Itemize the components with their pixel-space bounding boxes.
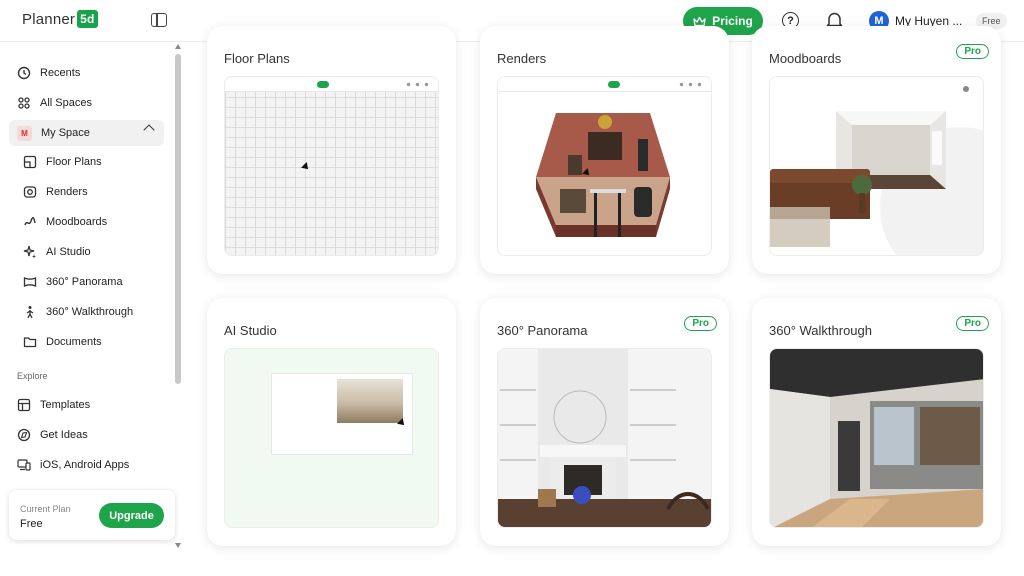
sidebar-item-all-spaces[interactable]: All Spaces bbox=[17, 91, 92, 115]
sidebar-item-label: Moodboards bbox=[46, 216, 108, 228]
cursor-icon bbox=[301, 162, 311, 172]
camera-icon bbox=[23, 186, 37, 198]
my-space-badge: M bbox=[17, 125, 32, 141]
sidebar-item-label: Get Ideas bbox=[40, 429, 88, 441]
pro-badge: Pro bbox=[956, 44, 989, 59]
sidebar-item-ai-studio[interactable]: AI Studio bbox=[23, 240, 91, 264]
sidebar-item-label: Recents bbox=[40, 67, 81, 79]
current-plan-label: Current Plan bbox=[20, 504, 71, 514]
card-ai-studio[interactable]: AI Studio bbox=[207, 298, 456, 546]
brush-icon bbox=[24, 216, 36, 226]
grid-icon bbox=[18, 97, 30, 109]
sidebar-item-label: My Space bbox=[41, 127, 90, 139]
sidebar-item-floor-plans[interactable]: Floor Plans bbox=[23, 150, 102, 174]
sidebar-item-renders[interactable]: Renders bbox=[23, 180, 88, 204]
globe-icon bbox=[17, 428, 31, 442]
card-360-panorama[interactable]: 360° Panorama Pro bbox=[480, 298, 729, 546]
template-icon bbox=[17, 398, 31, 412]
panorama-icon bbox=[23, 277, 37, 287]
floorplan-icon bbox=[23, 155, 37, 169]
sidebar-item-label: AI Studio bbox=[46, 246, 91, 258]
sidebar-item-label: Templates bbox=[40, 399, 91, 411]
card-floor-plans[interactable]: Floor Plans bbox=[207, 26, 456, 274]
logo[interactable]: Planner 5d bbox=[22, 10, 98, 28]
card-title: Moodboards bbox=[769, 51, 842, 66]
moodboards-thumbnail bbox=[769, 76, 984, 256]
card-title: 360° Panorama bbox=[497, 323, 588, 338]
sidebar-scrollbar[interactable] bbox=[175, 54, 181, 384]
card-moodboards[interactable]: Moodboards Pro bbox=[752, 26, 1001, 274]
renders-thumbnail bbox=[497, 76, 712, 256]
scroll-up-arrow[interactable] bbox=[175, 44, 181, 49]
walk-icon bbox=[26, 306, 34, 319]
sidebar-item-get-ideas[interactable]: Get Ideas bbox=[17, 423, 88, 447]
scroll-down-arrow[interactable] bbox=[175, 543, 181, 548]
panorama-image bbox=[498, 349, 711, 527]
logo-badge: 5d bbox=[77, 10, 98, 28]
crown-icon bbox=[693, 16, 706, 26]
help-glyph: ? bbox=[787, 14, 794, 27]
sidebar-item-label: iOS, Android Apps bbox=[40, 459, 130, 471]
card-title: AI Studio bbox=[224, 323, 277, 338]
panorama-thumbnail bbox=[497, 348, 712, 528]
sidebar-toggle-icon[interactable] bbox=[151, 13, 167, 27]
pro-badge: Pro bbox=[956, 316, 989, 331]
clock-icon bbox=[17, 66, 31, 80]
card-title: Floor Plans bbox=[224, 51, 290, 66]
card-title: 360° Walkthrough bbox=[769, 323, 872, 338]
sidebar-item-apps[interactable]: iOS, Android Apps bbox=[17, 453, 129, 477]
sidebar-item-label: Documents bbox=[46, 336, 102, 348]
sidebar-item-360-panorama[interactable]: 360° Panorama bbox=[23, 270, 123, 294]
sidebar: Recents All Spaces M My Space Floor Plan… bbox=[0, 42, 184, 576]
logo-text: Planner bbox=[22, 10, 76, 28]
room-render-image bbox=[536, 113, 670, 237]
pro-badge: Pro bbox=[684, 316, 717, 331]
ai-studio-thumbnail bbox=[224, 348, 439, 528]
sidebar-item-recents[interactable]: Recents bbox=[17, 61, 80, 85]
sidebar-item-documents[interactable]: Documents bbox=[23, 330, 102, 354]
sidebar-item-templates[interactable]: Templates bbox=[17, 393, 90, 417]
explore-label: Explore bbox=[17, 371, 48, 381]
ai-studio-photo bbox=[337, 379, 403, 423]
walkthrough-image bbox=[770, 349, 983, 527]
walkthrough-thumbnail bbox=[769, 348, 984, 528]
sidebar-item-moodboards[interactable]: Moodboards bbox=[23, 210, 107, 234]
folder-icon bbox=[23, 337, 37, 348]
current-plan-card: Current Plan Free Upgrade bbox=[9, 490, 175, 540]
upgrade-button[interactable]: Upgrade bbox=[99, 503, 164, 528]
sidebar-item-label: All Spaces bbox=[40, 97, 92, 109]
card-title: Renders bbox=[497, 51, 547, 66]
sidebar-item-label: 360° Walkthrough bbox=[46, 306, 134, 318]
card-360-walkthrough[interactable]: 360° Walkthrough Pro bbox=[752, 298, 1001, 546]
sidebar-item-label: Renders bbox=[46, 186, 88, 198]
mini-tool-icons bbox=[404, 82, 432, 87]
sidebar-item-my-space[interactable]: M My Space bbox=[17, 121, 90, 145]
mini-toolbar bbox=[225, 77, 438, 92]
floor-plans-thumbnail bbox=[224, 76, 439, 256]
current-plan-value: Free bbox=[20, 518, 43, 530]
devices-icon bbox=[17, 459, 31, 471]
sidebar-item-label: Floor Plans bbox=[46, 156, 102, 168]
sidebar-item-label: 360° Panorama bbox=[46, 276, 123, 288]
sidebar-item-360-walkthrough[interactable]: 360° Walkthrough bbox=[23, 300, 133, 324]
moodboard-image bbox=[770, 86, 983, 255]
card-renders[interactable]: Renders bbox=[480, 26, 729, 274]
sparkle-icon bbox=[23, 245, 36, 259]
mini-toggle bbox=[317, 81, 329, 88]
